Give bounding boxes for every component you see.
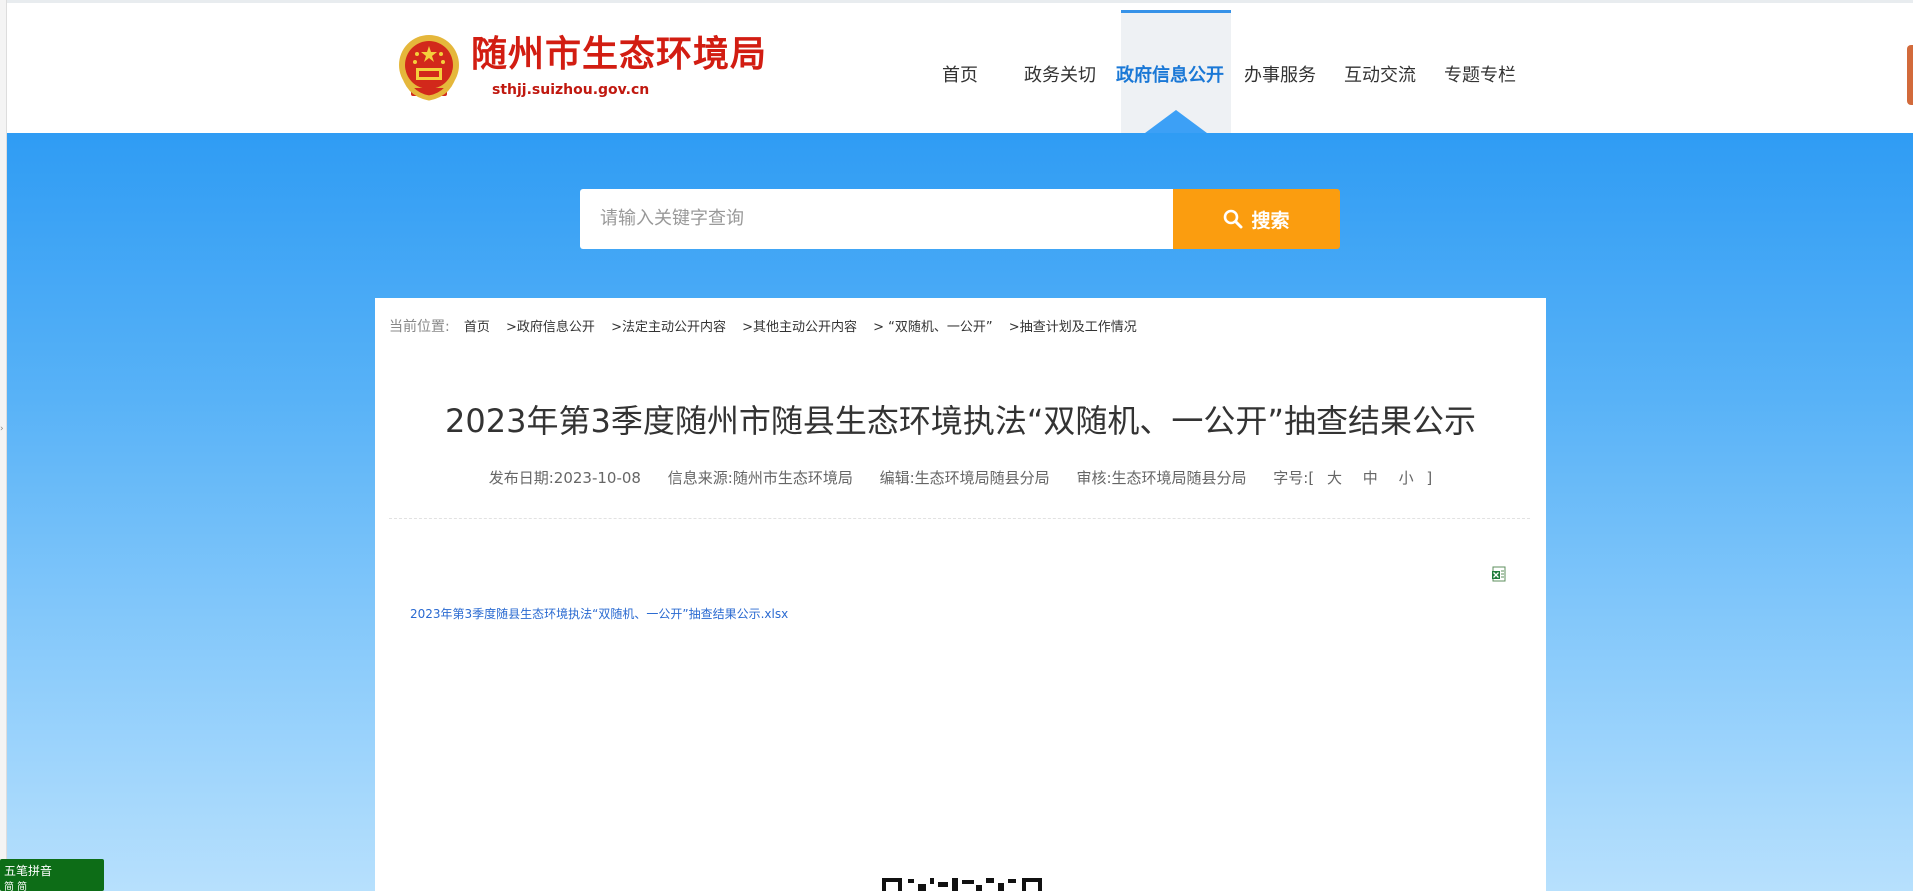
font-size-large-button[interactable]: 大 (1327, 469, 1342, 487)
nav-interaction[interactable]: 互动交流 (1344, 58, 1416, 94)
font-size-small-button[interactable]: 小 (1399, 469, 1414, 487)
publish-date: 发布日期:2023-10-08 (488, 469, 641, 487)
breadcrumb: 当前位置: 首页 >政府信息公开 >法定主动公开内容 >其他主动公开内容 > “… (389, 316, 1149, 336)
nav-gov-info-disclosure[interactable]: 政府信息公开 (1116, 58, 1224, 94)
breadcrumb-item[interactable]: 首页 (464, 320, 490, 335)
article-meta: 发布日期:2023-10-08 信息来源:随州市生态环境局 编辑:生态环境局随县… (375, 467, 1546, 488)
search-input[interactable] (580, 189, 1160, 247)
nav-home[interactable]: 首页 (942, 58, 978, 94)
attachment-link[interactable]: 2023年第3季度随县生态环境执法“双随机、一公开”抽查结果公示.xlsx (410, 605, 788, 622)
breadcrumb-item[interactable]: >其他主动公开内容 (742, 320, 857, 335)
breadcrumb-item[interactable]: >法定主动公开内容 (611, 320, 726, 335)
left-edge-strip: › (0, 0, 7, 891)
breadcrumb-item[interactable]: >政府信息公开 (506, 320, 595, 335)
article-card: 当前位置: 首页 >政府信息公开 >法定主动公开内容 >其他主动公开内容 > “… (375, 298, 1546, 891)
chevron-right-icon[interactable]: › (0, 424, 4, 434)
qr-code-icon (880, 876, 1044, 891)
info-source: 信息来源:随州市生态环境局 (667, 469, 853, 487)
divider (389, 518, 1530, 519)
site-title[interactable]: 随州市生态环境局 (471, 33, 767, 77)
breadcrumb-lead: 当前位置: (389, 319, 450, 335)
site-header: 随州市生态环境局 sthjj.suizhou.gov.cn 首页 政务关切 政府… (6, 3, 1913, 138)
editor: 编辑:生态环境局随县分局 (879, 469, 1050, 487)
national-emblem-icon (399, 35, 459, 101)
font-size-label: 字号:[ (1273, 469, 1315, 487)
nav-concerns[interactable]: 政务关切 (1024, 58, 1096, 94)
search-box (580, 189, 1174, 249)
breadcrumb-item[interactable]: > “双随机、一公开” (873, 320, 993, 335)
site-domain: sthjj.suizhou.gov.cn (492, 82, 650, 98)
search-button-label: 搜索 (1251, 209, 1290, 232)
font-size-medium-button[interactable]: 中 (1363, 469, 1378, 487)
search-button[interactable]: 搜索 (1173, 189, 1340, 249)
nav-services[interactable]: 办事服务 (1244, 58, 1316, 94)
search-icon (1224, 209, 1243, 229)
font-size-close: ] (1426, 469, 1433, 487)
article-title: 2023年第3季度随州市随县生态环境执法“双随机、一公开”抽查结果公示 (445, 402, 1476, 440)
ime-mode-label[interactable]: 五笔拼音 (4, 862, 52, 879)
breadcrumb-item[interactable]: >抽查计划及工作情况 (1009, 320, 1137, 335)
nav-special-topics[interactable]: 专题专栏 (1444, 58, 1516, 94)
excel-file-icon[interactable] (1491, 566, 1507, 582)
ime-toolbar[interactable]: 五笔拼音 简 简 (0, 859, 104, 893)
reviewer: 审核:生态环境局随县分局 (1076, 469, 1247, 487)
side-float-tab[interactable] (1907, 45, 1913, 105)
